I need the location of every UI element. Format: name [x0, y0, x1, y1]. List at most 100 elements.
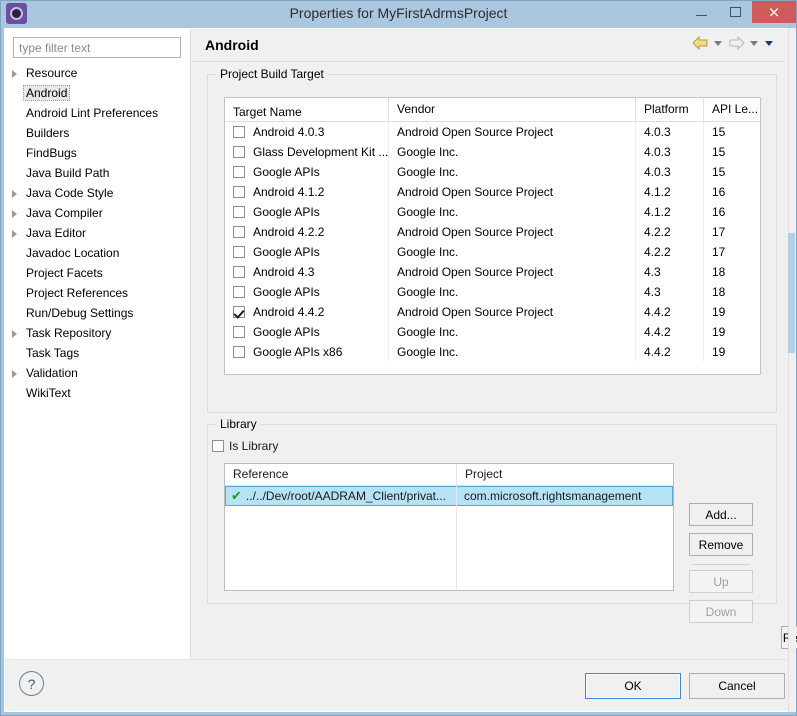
library-reference-table[interactable]: Reference Project ✔ ../../Dev/root/AADRAM_… — [224, 463, 674, 591]
view-menu-chevron-down-icon[interactable] — [764, 38, 775, 49]
table-row[interactable]: Android 4.0.3 Android Open Source Project… — [225, 122, 760, 142]
sidebar-item-findbugs[interactable]: FindBugs — [5, 143, 190, 163]
dialog-scrollbar-track[interactable] — [788, 28, 796, 712]
sidebar-item-android[interactable]: Android — [5, 83, 190, 103]
target-name-cell: Android 4.2.2 — [225, 222, 389, 242]
target-checkbox[interactable] — [233, 306, 245, 318]
expand-chevron-right-icon[interactable] — [10, 368, 21, 379]
api-level-cell: 16 — [712, 205, 726, 219]
remove-button[interactable]: Remove — [689, 533, 753, 556]
target-checkbox[interactable] — [233, 146, 245, 158]
target-checkbox[interactable] — [233, 286, 245, 298]
vendor-cell: Google Inc. — [389, 342, 636, 362]
ok-button[interactable]: OK — [585, 673, 681, 699]
target-checkbox[interactable] — [233, 266, 245, 278]
library-table-body: ✔ ../../Dev/root/AADRAM_Client/privat... c… — [225, 486, 673, 506]
sidebar-item-java-build-path[interactable]: Java Build Path — [5, 163, 190, 183]
sidebar-item-validation[interactable]: Validation — [5, 363, 190, 383]
sidebar-item-task-repository[interactable]: Task Repository — [5, 323, 190, 343]
column-header-api-le[interactable]: API Le... — [704, 98, 760, 121]
dialog-footer: ? OK Cancel — [5, 659, 795, 711]
expand-chevron-right-icon[interactable] — [10, 68, 21, 79]
is-library-checkbox[interactable] — [212, 440, 224, 452]
dialog-scrollbar-thumb[interactable] — [788, 233, 795, 353]
library-column-header-reference[interactable]: Reference — [225, 464, 457, 485]
window-title: Properties for MyFirstAdrmsProject — [289, 5, 508, 21]
table-row[interactable]: Glass Development Kit ... Google Inc. 4.0.… — [225, 142, 760, 162]
settings-tree: Resource Android Android Lint Preferences B… — [5, 63, 190, 679]
minimize-icon — [695, 14, 707, 16]
api-level-cell: 19 — [712, 305, 726, 319]
is-library-checkbox-row[interactable]: Is Library — [212, 439, 278, 453]
column-header-target-name[interactable]: Target Name — [225, 98, 389, 121]
library-column-header-project[interactable]: Project — [457, 464, 673, 485]
minimize-button[interactable] — [684, 1, 718, 23]
table-row[interactable]: Android 4.4.2 Android Open Source Project… — [225, 302, 760, 322]
help-icon[interactable]: ? — [19, 671, 44, 696]
expand-chevron-right-icon[interactable] — [10, 328, 21, 339]
vendor-cell: Google Inc. — [389, 282, 636, 302]
column-header-platform[interactable]: Platform — [636, 98, 704, 121]
up-button[interactable]: Up — [689, 570, 753, 593]
target-checkbox[interactable] — [233, 326, 245, 338]
down-button[interactable]: Down — [689, 600, 753, 623]
table-row[interactable]: Android 4.2.2 Android Open Source Project… — [225, 222, 760, 242]
table-row[interactable]: Android 4.3 Android Open Source Project 4.… — [225, 262, 760, 282]
sidebar-item-task-tags[interactable]: Task Tags — [5, 343, 190, 363]
api-level-cell: 18 — [712, 285, 726, 299]
platform-cell: 4.2.2 — [636, 242, 704, 262]
sidebar-item-java-editor[interactable]: Java Editor — [5, 223, 190, 243]
close-button[interactable]: × — [752, 1, 796, 23]
sidebar-item-builders[interactable]: Builders — [5, 123, 190, 143]
api-level-cell: 18 — [712, 265, 726, 279]
target-checkbox[interactable] — [233, 126, 245, 138]
table-row[interactable]: Google APIs Google Inc. 4.3 18 — [225, 282, 760, 302]
sidebar-item-run-debug-settings[interactable]: Run/Debug Settings — [5, 303, 190, 323]
sidebar-item-resource[interactable]: Resource — [5, 63, 190, 83]
table-row[interactable]: Google APIs Google Inc. 4.1.2 16 — [225, 202, 760, 222]
target-checkbox[interactable] — [233, 346, 245, 358]
filter-input[interactable]: type filter text — [13, 37, 181, 58]
cancel-button[interactable]: Cancel — [689, 673, 785, 699]
expand-chevron-right-icon[interactable] — [10, 188, 21, 199]
column-header-vendor[interactable]: Vendor — [389, 98, 636, 121]
table-row[interactable]: Google APIs Google Inc. 4.4.2 19 — [225, 322, 760, 342]
target-checkbox[interactable] — [233, 246, 245, 258]
sidebar-item-java-code-style[interactable]: Java Code Style — [5, 183, 190, 203]
target-checkbox[interactable] — [233, 166, 245, 178]
table-row[interactable]: Android 4.1.2 Android Open Source Project… — [225, 182, 760, 202]
vendor-cell: Google Inc. — [389, 322, 636, 342]
target-checkbox[interactable] — [233, 226, 245, 238]
back-dropdown-chevron-down-icon[interactable] — [713, 38, 724, 49]
platform-cell: 4.0.3 — [636, 162, 704, 182]
target-checkbox[interactable] — [233, 206, 245, 218]
build-target-table[interactable]: Target Name Vendor Platform API Le... Andro… — [224, 97, 761, 375]
sidebar-item-project-references[interactable]: Project References — [5, 283, 190, 303]
project-cell: com.microsoft.rightsmanagement — [464, 489, 642, 503]
table-row[interactable]: Google APIs Google Inc. 4.0.3 15 — [225, 162, 760, 182]
sidebar-item-project-facets[interactable]: Project Facets — [5, 263, 190, 283]
target-name-label: Google APIs — [253, 165, 320, 179]
page-title: Android — [205, 37, 259, 53]
add-button[interactable]: Add... — [689, 503, 753, 526]
target-name-label: Android 4.1.2 — [253, 185, 325, 199]
sidebar-item-javadoc-location[interactable]: Javadoc Location — [5, 243, 190, 263]
sidebar-item-java-compiler[interactable]: Java Compiler — [5, 203, 190, 223]
library-row[interactable]: ✔ ../../Dev/root/AADRAM_Client/privat... c… — [225, 486, 673, 506]
expand-chevron-right-icon[interactable] — [10, 208, 21, 219]
forward-dropdown-chevron-down-icon[interactable] — [749, 38, 760, 49]
maximize-icon — [729, 7, 741, 17]
expand-chevron-right-icon[interactable] — [10, 228, 21, 239]
close-icon: × — [767, 2, 781, 21]
sidebar-item-wikitext[interactable]: WikiText — [5, 383, 190, 403]
back-arrow-icon[interactable] — [692, 36, 709, 50]
maximize-button[interactable] — [718, 1, 752, 23]
sidebar-item-android-lint-preferences[interactable]: Android Lint Preferences — [5, 103, 190, 123]
settings-tree-panel: type filter text Resource Android Android … — [5, 29, 191, 679]
target-checkbox[interactable] — [233, 186, 245, 198]
table-row[interactable]: Google APIs x86 Google Inc. 4.4.2 19 — [225, 342, 760, 362]
green-check-icon: ✔ — [231, 488, 242, 504]
table-row[interactable]: Google APIs Google Inc. 4.2.2 17 — [225, 242, 760, 262]
